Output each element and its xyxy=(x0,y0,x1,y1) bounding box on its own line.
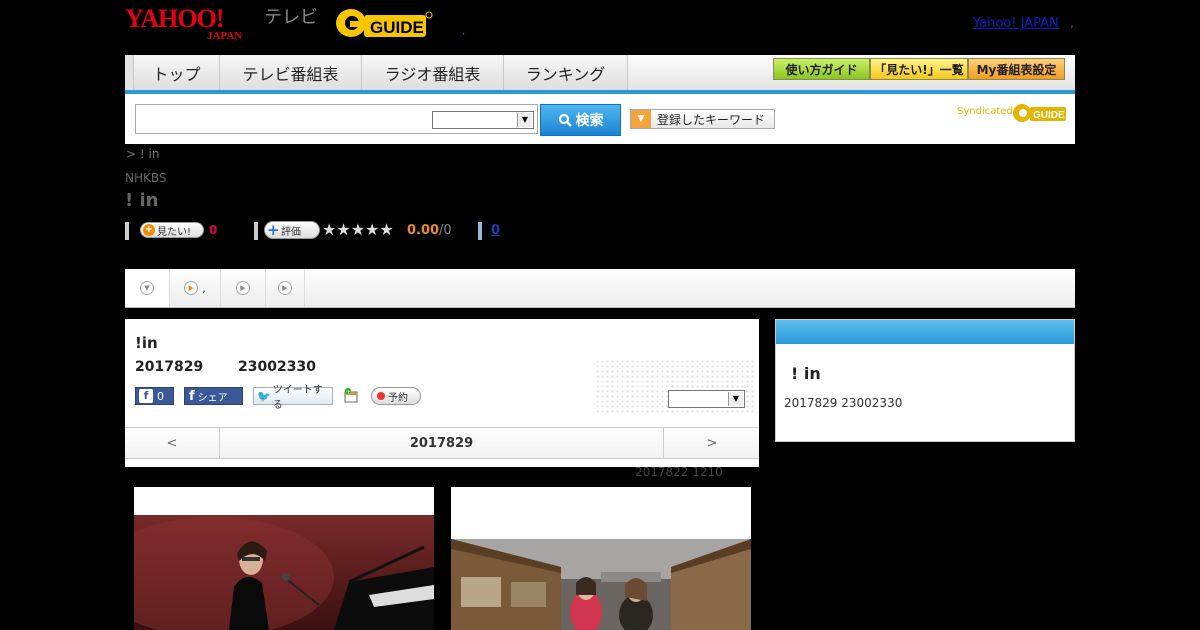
side-program-datetime: 2017829 23002330 xyxy=(784,396,903,410)
tv-label: テレビ xyxy=(264,7,318,28)
record-dot-icon xyxy=(377,392,385,400)
calendar-plus-icon: + xyxy=(344,388,358,403)
registered-keywords-label: 登録したキーワード xyxy=(657,112,766,127)
gguide-logo-icon: GUIDE xyxy=(336,9,433,37)
episode-panel: !in 2017829 23002330 f 0 f シェア 🐦 ツイートする … xyxy=(125,319,759,467)
plus-icon: + xyxy=(143,224,155,236)
next-day-button[interactable]: > xyxy=(663,428,760,458)
yahoo-japan-link-dot: , xyxy=(1070,16,1074,30)
header-dot: , xyxy=(462,26,466,37)
yahoo-logo-text: YAHOO! xyxy=(125,4,224,33)
guide-button[interactable]: 使い方ガイド xyxy=(773,58,870,80)
play-circle-icon: ▶ xyxy=(184,281,199,295)
search-bar: ▼ 検索 ▼ 登録したキーワード Syndicated GUIDE xyxy=(125,94,1075,144)
nav-edge xyxy=(125,55,134,90)
add-to-calendar-button[interactable]: + xyxy=(343,387,361,405)
yahoo-japan-link[interactable]: Yahoo! JAPAN xyxy=(973,16,1059,31)
want-button[interactable]: + 見たい! xyxy=(140,222,204,238)
reserve-button[interactable]: 予約 xyxy=(371,387,421,405)
search-button-label: 検索 xyxy=(575,113,604,129)
want-label: 見たい! xyxy=(157,226,192,238)
gguide-logo[interactable]: GUIDE xyxy=(334,7,434,41)
prev-day-button[interactable]: < xyxy=(125,428,220,458)
program-photo-market xyxy=(451,487,751,630)
nav-tab-tv-listings[interactable]: テレビ番組表 xyxy=(220,55,362,90)
episode-title: !in xyxy=(135,334,158,352)
nav-tab-ranking[interactable]: ランキング xyxy=(504,55,628,90)
rate-button[interactable]: + 評価 xyxy=(264,221,320,239)
nav-tab-radio-listings[interactable]: ラジオ番組表 xyxy=(362,55,504,90)
rating-count: /0 xyxy=(439,223,452,238)
reserve-label: 予約 xyxy=(388,392,408,404)
play-circle-icon: ▶ xyxy=(278,281,292,295)
facebook-icon: f xyxy=(139,389,153,403)
divider xyxy=(254,222,258,240)
gguide-small-logo: GUIDE xyxy=(1013,104,1066,122)
my-listings-button[interactable]: My番組表設定 xyxy=(968,58,1065,80)
date-navigation: < 2017829 > xyxy=(125,427,759,459)
tab-2[interactable]: ▶ , xyxy=(170,269,221,307)
chevron-down-icon: ▼ xyxy=(728,392,743,406)
facebook-count: 0 xyxy=(157,389,164,403)
search-category-select[interactable]: ▼ xyxy=(432,111,534,129)
current-date: 2017829 xyxy=(409,435,474,451)
breadcrumb[interactable]: > ! in xyxy=(126,147,159,161)
side-panel-header xyxy=(776,320,1074,344)
episode-time: 23002330 xyxy=(238,359,316,375)
registered-keywords-button[interactable]: ▼ 登録したキーワード xyxy=(630,109,775,129)
yahoo-japan-logo[interactable]: YAHOO! JAPAN xyxy=(125,4,265,43)
tweet-label: ツイートする xyxy=(272,385,323,411)
station-name: NHKBS xyxy=(125,171,167,185)
episode-select[interactable]: ▼ xyxy=(668,390,745,408)
chevron-down-icon: ▼ xyxy=(517,113,532,127)
twitter-bird-icon: 🐦 xyxy=(257,389,271,403)
plus-icon: + xyxy=(267,221,280,239)
concert-photo xyxy=(134,487,434,630)
side-panel: ! in 2017829 23002330 xyxy=(775,319,1075,442)
rating-value: 0.00 xyxy=(407,223,440,238)
share-label: シェア xyxy=(197,392,228,404)
down-arrow-circle-icon: ▼ xyxy=(140,281,154,295)
tab-3[interactable]: ▶ xyxy=(221,269,266,307)
episode-date: 2017829 xyxy=(135,359,204,375)
previous-broadcast: 2017822 1210 xyxy=(635,465,723,479)
tweet-button[interactable]: 🐦 ツイートする xyxy=(253,385,333,411)
play-circle-icon: ▶ xyxy=(236,281,250,295)
syndicated-label: Syndicated xyxy=(957,106,1013,117)
tab-2-label: , xyxy=(202,281,206,295)
search-button[interactable]: 検索 xyxy=(540,104,621,136)
review-count-link[interactable]: 0 xyxy=(491,223,500,238)
svg-text:GUIDE: GUIDE xyxy=(370,18,424,37)
japan-logo-text: JAPAN xyxy=(207,30,243,42)
rate-label: 評価 xyxy=(281,226,301,238)
side-program-title: ! in xyxy=(791,364,821,383)
facebook-like-button[interactable]: f 0 xyxy=(135,387,174,405)
svg-text:GUIDE: GUIDE xyxy=(1033,110,1065,121)
tab-strip: ▼ ▶ , ▶ ▶ xyxy=(125,269,1075,308)
program-photo-concert xyxy=(134,487,434,630)
rating-stars: ★★★★★ xyxy=(322,220,394,239)
want-list-button[interactable]: 「見たい!」一覧 xyxy=(870,58,968,80)
facebook-share-button[interactable]: f シェア xyxy=(184,387,243,405)
facebook-icon: f xyxy=(189,388,195,404)
search-icon xyxy=(558,113,572,127)
program-title: ! in xyxy=(125,190,159,211)
tab-4[interactable]: ▶ xyxy=(266,269,305,307)
triangle-down-icon: ▼ xyxy=(631,110,651,128)
nav-tab-top[interactable]: トップ xyxy=(134,55,220,90)
tab-1[interactable]: ▼ xyxy=(125,269,170,307)
svg-text:+: + xyxy=(346,389,351,396)
divider xyxy=(478,222,482,240)
divider xyxy=(125,222,129,240)
main-nav: トップ テレビ番組表 ラジオ番組表 ランキング 使い方ガイド 「見たい!」一覧 … xyxy=(125,55,1075,94)
market-photo xyxy=(451,487,751,630)
want-count: 0 xyxy=(209,223,218,237)
